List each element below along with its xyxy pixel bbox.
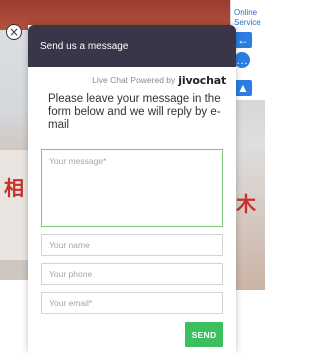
chat-widget: Send us a message Live Chat Powered by j… <box>28 25 236 353</box>
online-service-label: Online Service <box>234 8 261 27</box>
powered-by-line: Live Chat Powered by jivochat <box>28 67 236 87</box>
chat-bubble-icon[interactable]: … <box>234 52 250 68</box>
arrow-up-icon[interactable]: ▲ <box>234 80 252 96</box>
powered-by-text: Live Chat Powered by <box>92 75 176 85</box>
background-sign-right: 木 <box>236 192 256 216</box>
close-icon[interactable]: × <box>6 24 22 40</box>
name-field[interactable] <box>41 234 223 256</box>
widget-title: Send us a message <box>40 40 129 52</box>
phone-field[interactable] <box>41 263 223 285</box>
arrow-left-icon[interactable]: ← <box>234 32 252 48</box>
intro-text: Please leave your message in the form be… <box>48 93 221 131</box>
email-field[interactable] <box>41 292 223 314</box>
jivochat-logo[interactable]: jivochat <box>178 74 226 87</box>
background-sign-left: 相 <box>4 176 24 200</box>
message-field[interactable] <box>41 149 223 227</box>
widget-header[interactable]: Send us a message <box>28 25 236 67</box>
send-button[interactable]: SEND <box>185 322 223 347</box>
